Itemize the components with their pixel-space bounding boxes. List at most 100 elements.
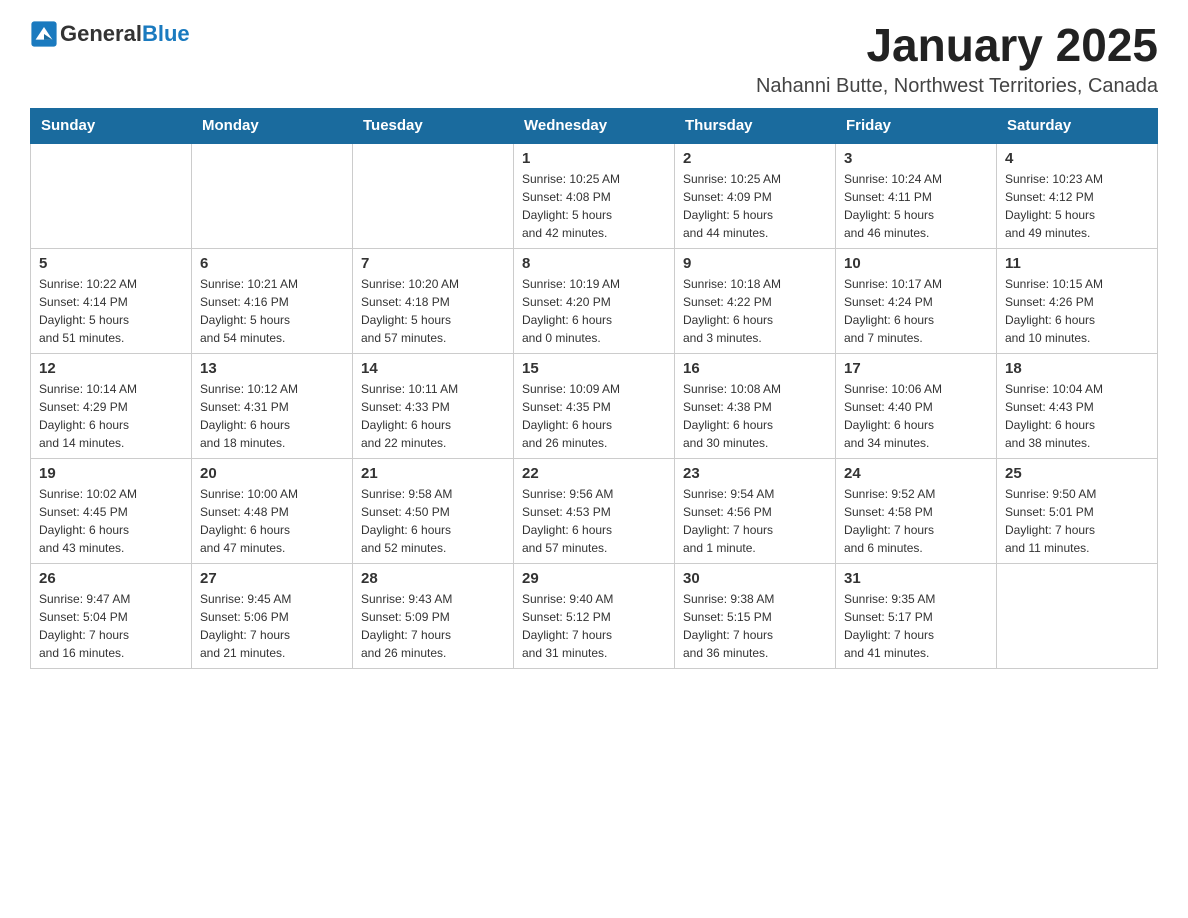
day-number: 26 (39, 570, 183, 587)
day-info: Sunrise: 9:38 AMSunset: 5:15 PMDaylight:… (683, 590, 827, 662)
day-info: Sunrise: 10:06 AMSunset: 4:40 PMDaylight… (844, 380, 988, 452)
day-info: Sunrise: 9:35 AMSunset: 5:17 PMDaylight:… (844, 590, 988, 662)
day-number: 20 (200, 465, 344, 482)
calendar-week-1: 1 Sunrise: 10:25 AMSunset: 4:08 PMDayligh… (31, 143, 1158, 249)
day-number: 6 (200, 255, 344, 272)
day-number: 7 (361, 255, 505, 272)
calendar-title: January 2025 (756, 20, 1158, 71)
day-number: 4 (1005, 150, 1149, 167)
calendar-week-5: 26 Sunrise: 9:47 AMSunset: 5:04 PMDayligh… (31, 563, 1158, 668)
day-info: Sunrise: 9:54 AMSunset: 4:56 PMDaylight:… (683, 485, 827, 557)
calendar-cell: 26 Sunrise: 9:47 AMSunset: 5:04 PMDayligh… (31, 563, 192, 668)
calendar-cell: 11Sunrise: 10:15 AMSunset: 4:26 PMDaylig… (997, 248, 1158, 353)
day-number: 14 (361, 360, 505, 377)
day-info: Sunrise: 9:43 AMSunset: 5:09 PMDaylight:… (361, 590, 505, 662)
calendar-cell: 17 Sunrise: 10:06 AMSunset: 4:40 PMDaylig… (836, 353, 997, 458)
calendar-cell: 23 Sunrise: 9:54 AMSunset: 4:56 PMDayligh… (675, 458, 836, 563)
calendar-header: Sunday Monday Tuesday Wednesday Thursday… (31, 108, 1158, 143)
col-monday: Monday (192, 108, 353, 143)
calendar-cell: 30 Sunrise: 9:38 AMSunset: 5:15 PMDayligh… (675, 563, 836, 668)
day-number: 1 (522, 150, 666, 167)
calendar-cell: 15 Sunrise: 10:09 AMSunset: 4:35 PMDaylig… (514, 353, 675, 458)
day-info: Sunrise: 10:04 AMSunset: 4:43 PMDaylight… (1005, 380, 1149, 452)
calendar-cell: 14 Sunrise: 10:11 AMSunset: 4:33 PMDaylig… (353, 353, 514, 458)
calendar-cell: 2Sunrise: 10:25 AMSunset: 4:09 PMDayligh… (675, 143, 836, 249)
calendar-cell: 12Sunrise: 10:14 AMSunset: 4:29 PMDaylig… (31, 353, 192, 458)
day-number: 24 (844, 465, 988, 482)
day-number: 12 (39, 360, 183, 377)
calendar-cell: 20 Sunrise: 10:00 AMSunset: 4:48 PMDaylig… (192, 458, 353, 563)
title-block: January 2025 Nahanni Butte, Northwest Te… (756, 20, 1158, 98)
day-info: Sunrise: 10:09 AMSunset: 4:35 PMDaylight… (522, 380, 666, 452)
day-info: Sunrise: 10:23 AMSunset: 4:12 PMDaylight… (1005, 170, 1149, 242)
calendar-week-3: 12Sunrise: 10:14 AMSunset: 4:29 PMDaylig… (31, 353, 1158, 458)
calendar-cell (31, 143, 192, 249)
day-info: Sunrise: 9:40 AMSunset: 5:12 PMDaylight:… (522, 590, 666, 662)
day-info: Sunrise: 10:24 AMSunset: 4:11 PMDaylight… (844, 170, 988, 242)
day-info: Sunrise: 10:25 AMSunset: 4:08 PMDaylight… (522, 170, 666, 242)
calendar-cell: 3 Sunrise: 10:24 AMSunset: 4:11 PMDayligh… (836, 143, 997, 249)
day-number: 21 (361, 465, 505, 482)
calendar-cell: 21 Sunrise: 9:58 AMSunset: 4:50 PMDayligh… (353, 458, 514, 563)
day-info: Sunrise: 10:08 AMSunset: 4:38 PMDaylight… (683, 380, 827, 452)
day-info: Sunrise: 10:02 AMSunset: 4:45 PMDaylight… (39, 485, 183, 557)
col-sunday: Sunday (31, 108, 192, 143)
day-number: 15 (522, 360, 666, 377)
day-number: 13 (200, 360, 344, 377)
calendar-cell: 25 Sunrise: 9:50 AMSunset: 5:01 PMDayligh… (997, 458, 1158, 563)
day-info: Sunrise: 10:17 AMSunset: 4:24 PMDaylight… (844, 275, 988, 347)
calendar-cell: 10Sunrise: 10:17 AMSunset: 4:24 PMDaylig… (836, 248, 997, 353)
logo-text: GeneralBlue (60, 21, 190, 47)
calendar-cell (192, 143, 353, 249)
logo: GeneralBlue (30, 20, 190, 48)
day-number: 3 (844, 150, 988, 167)
calendar-body: 1 Sunrise: 10:25 AMSunset: 4:08 PMDayligh… (31, 143, 1158, 669)
calendar-cell: 28 Sunrise: 9:43 AMSunset: 5:09 PMDayligh… (353, 563, 514, 668)
col-thursday: Thursday (675, 108, 836, 143)
day-info: Sunrise: 9:47 AMSunset: 5:04 PMDaylight:… (39, 590, 183, 662)
calendar-cell: 22 Sunrise: 9:56 AMSunset: 4:53 PMDayligh… (514, 458, 675, 563)
day-number: 16 (683, 360, 827, 377)
calendar-cell: 18Sunrise: 10:04 AMSunset: 4:43 PMDaylig… (997, 353, 1158, 458)
day-number: 25 (1005, 465, 1149, 482)
day-info: Sunrise: 10:12 AMSunset: 4:31 PMDaylight… (200, 380, 344, 452)
calendar-cell: 8Sunrise: 10:19 AMSunset: 4:20 PMDayligh… (514, 248, 675, 353)
day-number: 30 (683, 570, 827, 587)
day-number: 17 (844, 360, 988, 377)
day-number: 29 (522, 570, 666, 587)
day-info: Sunrise: 10:18 AMSunset: 4:22 PMDaylight… (683, 275, 827, 347)
day-info: Sunrise: 10:20 AMSunset: 4:18 PMDaylight… (361, 275, 505, 347)
col-saturday: Saturday (997, 108, 1158, 143)
day-number: 9 (683, 255, 827, 272)
col-wednesday: Wednesday (514, 108, 675, 143)
calendar-cell: 6 Sunrise: 10:21 AMSunset: 4:16 PMDayligh… (192, 248, 353, 353)
day-number: 23 (683, 465, 827, 482)
day-number: 22 (522, 465, 666, 482)
day-info: Sunrise: 9:45 AMSunset: 5:06 PMDaylight:… (200, 590, 344, 662)
calendar-cell: 13 Sunrise: 10:12 AMSunset: 4:31 PMDaylig… (192, 353, 353, 458)
calendar-cell: 24 Sunrise: 9:52 AMSunset: 4:58 PMDayligh… (836, 458, 997, 563)
day-info: Sunrise: 9:56 AMSunset: 4:53 PMDaylight:… (522, 485, 666, 557)
day-info: Sunrise: 10:22 AMSunset: 4:14 PMDaylight… (39, 275, 183, 347)
calendar-cell: 16 Sunrise: 10:08 AMSunset: 4:38 PMDaylig… (675, 353, 836, 458)
day-number: 27 (200, 570, 344, 587)
day-number: 31 (844, 570, 988, 587)
day-number: 8 (522, 255, 666, 272)
day-info: Sunrise: 9:58 AMSunset: 4:50 PMDaylight:… (361, 485, 505, 557)
day-info: Sunrise: 10:11 AMSunset: 4:33 PMDaylight… (361, 380, 505, 452)
calendar-cell (997, 563, 1158, 668)
calendar-cell: 9 Sunrise: 10:18 AMSunset: 4:22 PMDayligh… (675, 248, 836, 353)
calendar-cell: 29 Sunrise: 9:40 AMSunset: 5:12 PMDayligh… (514, 563, 675, 668)
day-number: 11 (1005, 255, 1149, 272)
calendar-cell: 7 Sunrise: 10:20 AMSunset: 4:18 PMDayligh… (353, 248, 514, 353)
day-info: Sunrise: 9:50 AMSunset: 5:01 PMDaylight:… (1005, 485, 1149, 557)
calendar-cell: 19Sunrise: 10:02 AMSunset: 4:45 PMDaylig… (31, 458, 192, 563)
calendar-subtitle: Nahanni Butte, Northwest Territories, Ca… (756, 75, 1158, 98)
day-info: Sunrise: 10:21 AMSunset: 4:16 PMDaylight… (200, 275, 344, 347)
calendar-table: Sunday Monday Tuesday Wednesday Thursday… (30, 108, 1158, 669)
logo-icon (30, 20, 58, 48)
day-info: Sunrise: 10:00 AMSunset: 4:48 PMDaylight… (200, 485, 344, 557)
day-number: 28 (361, 570, 505, 587)
day-info: Sunrise: 9:52 AMSunset: 4:58 PMDaylight:… (844, 485, 988, 557)
calendar-cell: 5Sunrise: 10:22 AMSunset: 4:14 PMDayligh… (31, 248, 192, 353)
